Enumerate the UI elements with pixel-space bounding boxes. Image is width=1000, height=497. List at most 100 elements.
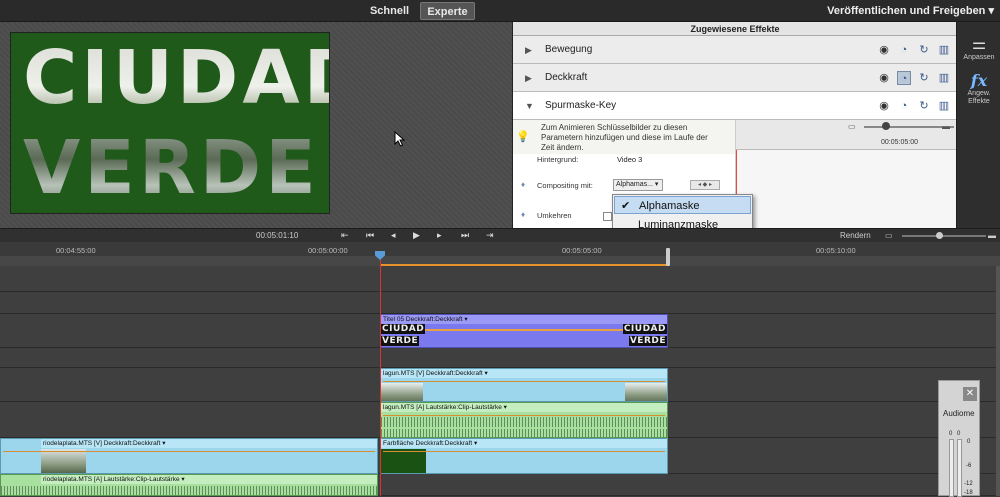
stopwatch-icon[interactable]: ♦ bbox=[521, 180, 525, 189]
render-button[interactable]: Rendern bbox=[840, 231, 871, 240]
clip-thumbnail-text: VERDE bbox=[381, 336, 420, 346]
opacity-line[interactable] bbox=[387, 329, 661, 331]
video-clip-riodelaplata[interactable]: riodelaplata.MTS [V] Deckkraft:Deckkraft… bbox=[0, 438, 378, 474]
zoom-out-icon[interactable]: ▭ bbox=[848, 122, 856, 131]
playhead-line bbox=[380, 260, 381, 496]
chevron-down-icon: ▾ bbox=[654, 181, 659, 188]
trash-icon[interactable]: ▥ bbox=[937, 99, 951, 113]
publish-label: Veröffentlichen und Freigeben bbox=[827, 5, 986, 17]
stopwatch-icon[interactable]: ◔ bbox=[897, 71, 911, 85]
video-clip-lagun[interactable]: lagun.MTS [V] Deckkraft:Deckkraft ▾ bbox=[380, 368, 668, 402]
adjust-button[interactable]: ⚌ Anpassen bbox=[957, 36, 1000, 62]
current-timecode[interactable]: 00:05:01:10 bbox=[256, 231, 298, 240]
go-to-start-icon[interactable]: ⇤ bbox=[341, 230, 349, 241]
transport-bar: 00:05:01:10 ⇤ ⏮ ◂ ▶ ▸ ⏭ ⇥ Rendern ▭ ▬ bbox=[0, 228, 1000, 242]
eye-icon[interactable]: ◉ bbox=[877, 43, 891, 57]
effect-row-track-matte-key[interactable]: ▼ Spurmaske-Key ◉ ◔ ↻ ▥ bbox=[513, 92, 957, 120]
zoom-out-icon[interactable]: ▭ bbox=[885, 231, 893, 240]
clip-header: lagun.MTS [A] Lautstärke:Clip-Lautstärke… bbox=[381, 403, 667, 412]
compositing-select[interactable]: Alphamas... ▾ bbox=[613, 179, 663, 191]
stopwatch-icon[interactable]: ◔ bbox=[897, 99, 911, 113]
zoom-in-icon[interactable]: ▬ bbox=[988, 231, 996, 240]
track-row-audio-1: riodelaplata.MTS [A] Lautstärke:Clip-Lau… bbox=[0, 474, 996, 496]
audio-waveform bbox=[381, 417, 667, 427]
track-row-audio-2: lagun.MTS [A] Lautstärke:Clip-Lautstärke… bbox=[0, 402, 996, 438]
chevron-down-icon: ▾ bbox=[988, 5, 994, 17]
trash-icon[interactable]: ▥ bbox=[937, 43, 951, 57]
audio-waveform bbox=[1, 486, 377, 495]
background-value[interactable]: Video 3 bbox=[617, 155, 642, 164]
opacity-line[interactable] bbox=[383, 451, 665, 452]
applied-effects-button[interactable]: fx Angew. Effekte bbox=[957, 72, 1000, 106]
reset-icon[interactable]: ↻ bbox=[917, 43, 931, 57]
panel-title: Zugewiesene Effekte bbox=[513, 22, 957, 36]
audio-clip-riodelaplata[interactable]: riodelaplata.MTS [A] Lautstärke:Clip-Lau… bbox=[0, 474, 378, 496]
opacity-line[interactable] bbox=[3, 451, 375, 452]
track-row-empty bbox=[0, 292, 996, 314]
audio-meter-label: Audiome bbox=[943, 409, 975, 418]
hint-text: Zum Animieren Schlüsselbilder zu diesen … bbox=[541, 123, 708, 152]
expand-arrow-icon[interactable]: ▶ bbox=[525, 73, 532, 84]
zoom-slider[interactable] bbox=[864, 126, 954, 128]
collapse-arrow-icon[interactable]: ▼ bbox=[525, 101, 534, 111]
eye-icon[interactable]: ◉ bbox=[877, 71, 891, 85]
compositing-label: Compositing mit: bbox=[537, 181, 593, 190]
mode-quick-button[interactable]: Schnell bbox=[362, 2, 417, 20]
clip-thumbnail bbox=[381, 449, 426, 473]
audio-clip-lagun[interactable]: lagun.MTS [A] Lautstärke:Clip-Lautstärke… bbox=[380, 402, 668, 438]
stopwatch-icon[interactable]: ♦ bbox=[521, 210, 525, 219]
color-matte-clip[interactable]: Farbfläche Deckkraft:Deckkraft ▾ bbox=[380, 438, 668, 474]
expand-arrow-icon[interactable]: ▶ bbox=[525, 45, 532, 56]
play-icon[interactable]: ▶ bbox=[413, 230, 420, 241]
option-alpha-matte[interactable]: ✔ Alphamaske bbox=[614, 196, 751, 214]
invert-checkbox[interactable] bbox=[603, 212, 612, 221]
lightbulb-icon: 💡 bbox=[516, 131, 530, 143]
keyframe-timeline[interactable]: ▭ ▬ 00:05:05:00 bbox=[735, 120, 958, 228]
track-row-title: Titel 05 Deckkraft:Deckkraft ▾ CIUDAD VE… bbox=[0, 314, 996, 348]
effect-name: Bewegung bbox=[545, 44, 593, 55]
compositing-select-value: Alphamas... bbox=[616, 181, 653, 188]
timeline-ruler[interactable]: 00:04:55:00 00:05:00:00 00:05:05:00 00:0… bbox=[0, 242, 1000, 266]
previous-edit-icon[interactable]: ⏮ bbox=[366, 230, 374, 241]
step-back-icon[interactable]: ◂ bbox=[391, 230, 396, 241]
reset-icon[interactable]: ↻ bbox=[917, 71, 931, 85]
zoom-slider-handle[interactable] bbox=[882, 122, 890, 130]
timeline-scrollbar[interactable] bbox=[996, 266, 1000, 496]
next-edit-icon[interactable]: ⏭ bbox=[461, 230, 469, 241]
audio-meter-panel: ✕ Audiome 0 0 0 -6 -12 -18 bbox=[938, 380, 980, 497]
keyframe-navigator[interactable]: ◂ ◆ ▸ bbox=[690, 180, 720, 190]
track-row-video-1: riodelaplata.MTS [V] Deckkraft:Deckkraft… bbox=[0, 438, 996, 474]
mode-expert-button[interactable]: Experte bbox=[420, 2, 475, 20]
effect-row-motion[interactable]: ▶ Bewegung ◉ ◔ ↻ ▥ bbox=[513, 36, 957, 64]
meter-bar-right bbox=[957, 439, 962, 497]
effect-row-opacity[interactable]: ▶ Deckkraft ◉ ◔ ↻ ▥ bbox=[513, 64, 957, 92]
meter-scale-label: -6 bbox=[966, 463, 972, 469]
effect-name: Deckkraft bbox=[545, 72, 588, 83]
timeline-zoom-slider[interactable] bbox=[902, 235, 986, 237]
video-preview[interactable]: CIUDAD VERDE bbox=[10, 32, 330, 214]
close-icon[interactable]: ✕ bbox=[963, 387, 977, 401]
step-forward-icon[interactable]: ▸ bbox=[437, 230, 442, 241]
adjust-label: Anpassen bbox=[963, 54, 995, 61]
keyframe-ruler-time: 00:05:05:00 bbox=[881, 139, 918, 146]
publish-share-menu[interactable]: Veröffentlichen und Freigeben ▾ bbox=[827, 2, 994, 20]
clip-header: Titel 05 Deckkraft:Deckkraft ▾ bbox=[381, 315, 667, 324]
opacity-line[interactable] bbox=[383, 381, 665, 382]
checkmark-icon: ✔ bbox=[621, 200, 631, 212]
clip-header: riodelaplata.MTS [A] Lautstärke:Clip-Lau… bbox=[41, 475, 377, 484]
invert-label: Umkehren bbox=[537, 211, 572, 220]
go-to-end-icon[interactable]: ⇥ bbox=[486, 230, 494, 241]
zoom-in-icon[interactable]: ▬ bbox=[942, 122, 950, 131]
timeline-zoom-handle[interactable] bbox=[936, 232, 943, 239]
preview-title-line1: CIUDAD bbox=[23, 35, 329, 121]
stopwatch-icon[interactable]: ◔ bbox=[897, 43, 911, 57]
eye-icon[interactable]: ◉ bbox=[877, 99, 891, 113]
meter-scale-label: -12 bbox=[964, 481, 973, 487]
title-clip[interactable]: Titel 05 Deckkraft:Deckkraft ▾ CIUDAD VE… bbox=[380, 314, 668, 348]
reset-icon[interactable]: ↻ bbox=[917, 99, 931, 113]
volume-line[interactable] bbox=[383, 415, 665, 416]
applied-effects-label: Angew. Effekte bbox=[967, 90, 991, 105]
trash-icon[interactable]: ▥ bbox=[937, 71, 951, 85]
work-area-end-handle[interactable] bbox=[666, 248, 670, 266]
top-bar: Schnell Experte Veröffentlichen und Frei… bbox=[0, 0, 1000, 22]
